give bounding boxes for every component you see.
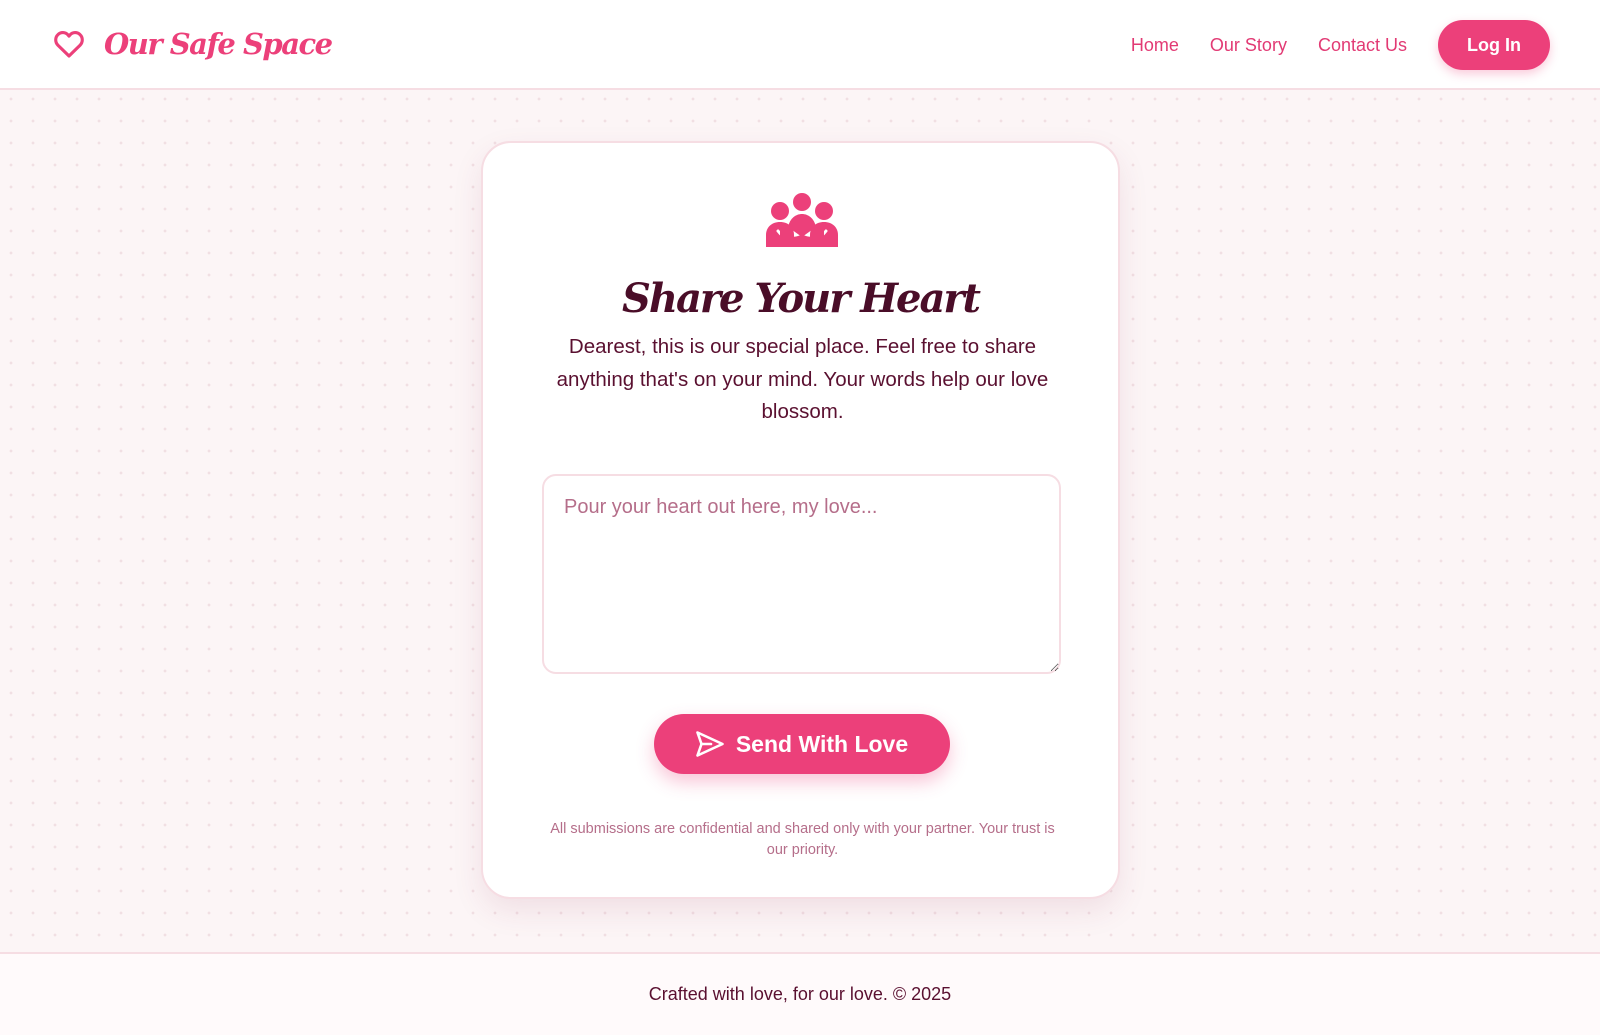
send-button-label: Send With Love (735, 730, 909, 757)
paper-plane-icon (696, 731, 724, 757)
nav-link-contact-us[interactable]: Contact Us (1318, 35, 1407, 56)
heart-outline-icon (54, 31, 84, 58)
footer-text: Crafted with love, for our love. © 2025 (648, 984, 952, 1004)
send-with-love-button[interactable]: Send With Love (654, 714, 950, 774)
footer: Crafted with love, for our love. © 2025 (0, 952, 1600, 1035)
brand-name: Our Safe Space (104, 27, 333, 61)
people-group-icon (766, 193, 838, 247)
confidentiality-note: All submissions are confidential and sha… (550, 821, 1055, 858)
card-title: Share Your Heart (622, 275, 981, 322)
nav-link-our-story[interactable]: Our Story (1210, 35, 1287, 56)
message-textarea[interactable] (542, 474, 1061, 674)
nav-link-home[interactable]: Home (1131, 35, 1179, 56)
login-button[interactable]: Log In (1438, 20, 1550, 70)
top-navbar: Our Safe Space Home Our Story Contact Us… (0, 0, 1600, 90)
card-description: Dearest, this is our special place. Feel… (556, 335, 1049, 423)
main-nav: Home Our Story Contact Us Log In (1131, 20, 1550, 70)
brand[interactable]: Our Safe Space (52, 26, 333, 62)
share-card: Share Your Heart Dearest, this is our sp… (481, 141, 1120, 899)
